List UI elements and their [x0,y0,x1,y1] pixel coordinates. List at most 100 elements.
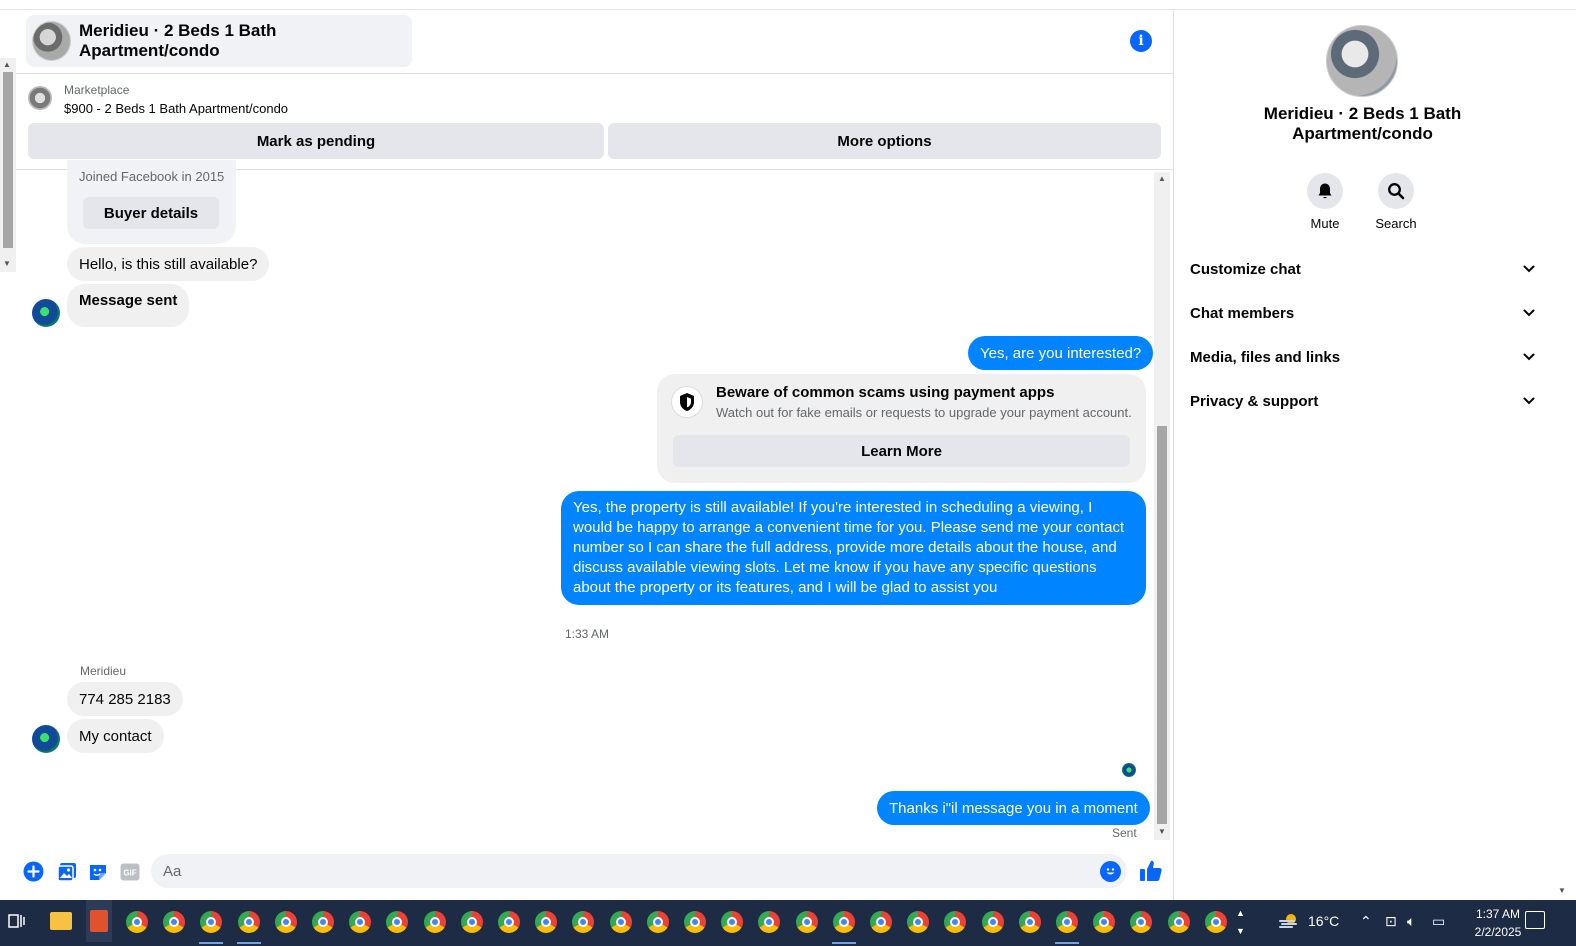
media-files-links-row[interactable]: Media, files and links [1190,345,1536,369]
message-bubble-outgoing[interactable]: Thanks i"il message you in a moment [877,791,1150,825]
chrome-icon[interactable] [944,911,966,933]
message-bubble-incoming[interactable]: 774 285 2183 [67,682,183,716]
notification-icon[interactable] [1525,911,1545,929]
buyer-avatar[interactable] [32,725,60,753]
chevron-up-icon[interactable]: ⌃ [1360,913,1372,930]
task-view-icon[interactable] [8,912,26,930]
page-scrollbar[interactable]: ▼ [1554,10,1570,900]
listing-avatar [32,21,71,61]
search-action[interactable]: Search [1366,173,1426,231]
system-clock[interactable]: 1:37 AM 2/2/2025 [1462,905,1534,941]
listing-title[interactable]: $900 - 2 Beds 1 Bath Apartment/condo [64,101,288,116]
chrome-icon[interactable] [461,911,483,933]
sticker-icon[interactable] [87,861,108,882]
chrome-icon[interactable] [647,911,669,933]
mute-action[interactable]: Mute [1295,173,1355,231]
read-receipt-avatar [1122,763,1136,777]
message-input[interactable] [151,854,1127,888]
right-panel-divider [1173,10,1174,900]
chrome-icon[interactable] [163,911,185,933]
more-options-button[interactable]: More options [608,123,1161,159]
active-app-indicator [832,942,856,944]
scroll-up-arrow[interactable]: ▲ [3,60,11,69]
app-icon[interactable] [86,900,112,942]
message-sent-bubble[interactable]: Message sent [67,284,190,327]
folder-icon[interactable] [50,912,72,930]
listing-avatar-large[interactable] [1326,25,1398,97]
chrome-icon[interactable] [386,911,408,933]
chat-scrollbar[interactable]: ▲ ▼ [1154,172,1170,840]
chrome-icon[interactable] [833,911,855,933]
browser-top-strip [0,0,1576,10]
chat-title-button[interactable]: Meridieu · 2 Beds 1 Bath Apartment/condo [26,15,412,67]
taskbar-scroll-arrows[interactable]: ▲ ▼ [1236,904,1245,940]
chrome-icon[interactable] [1168,911,1190,933]
shield-icon [671,386,703,418]
message-bubble-outgoing[interactable]: Yes, are you interested? [968,336,1154,370]
privacy-support-row[interactable]: Privacy & support [1190,389,1536,413]
listing-thumbnail[interactable] [28,86,52,110]
chevron-down-icon [1523,309,1535,317]
chrome-icon[interactable] [870,911,892,933]
right-panel-title: Meridieu · 2 Beds 1 Bath Apartment/condo [1263,104,1462,143]
active-app-indicator [1055,942,1079,944]
scroll-thumb[interactable] [1157,426,1167,824]
scam-warning-title: Beware of common scams using payment app… [716,384,1055,401]
chrome-icon[interactable] [275,911,297,933]
mark-as-pending-button[interactable]: Mark as pending [28,123,604,159]
outer-scrollbar[interactable]: ▲ ▼ [0,58,16,272]
chrome-icon[interactable] [126,911,148,933]
gif-icon[interactable]: GIF [119,861,140,882]
learn-more-button[interactable]: Learn More [673,435,1130,467]
header-divider [16,73,1173,74]
chrome-icon[interactable] [758,911,780,933]
buyer-avatar[interactable] [32,299,60,327]
chrome-icon[interactable] [796,911,818,933]
message-bubble-outgoing-long[interactable]: Yes, the property is still available! If… [561,491,1146,605]
scroll-down-arrow[interactable]: ▼ [3,259,11,268]
sender-name: Meridieu [80,664,127,678]
network-icon[interactable]: ▭ [1432,913,1445,930]
chrome-icon[interactable] [1019,911,1041,933]
buyer-details-button[interactable]: Buyer details [83,197,219,229]
chrome-icon[interactable] [1093,911,1115,933]
temperature[interactable]: 16°C [1308,913,1339,929]
chrome-icon[interactable] [610,911,632,933]
chrome-icon[interactable] [1056,911,1078,933]
chrome-icon[interactable] [572,911,594,933]
like-icon[interactable] [1138,858,1164,884]
chrome-icon[interactable] [721,911,743,933]
chrome-icon[interactable] [349,911,371,933]
meet-now-icon[interactable]: ⊡ [1385,913,1397,930]
chrome-icon[interactable] [424,911,446,933]
marketplace-label: Marketplace [64,83,130,97]
scam-warning-card: Beware of common scams using payment app… [657,374,1146,483]
message-bubble-incoming[interactable]: My contact [67,719,164,753]
chrome-icon[interactable] [684,911,706,933]
chrome-icon[interactable] [498,911,520,933]
volume-icon[interactable]: 🔈︎ [1407,913,1415,930]
info-icon[interactable]: i [1130,30,1152,52]
customize-chat-row[interactable]: Customize chat [1190,257,1536,281]
scroll-thumb[interactable] [3,72,13,248]
chat-members-row[interactable]: Chat members [1190,301,1536,325]
chrome-icon[interactable] [200,911,222,933]
bell-icon[interactable] [1307,173,1343,209]
scroll-down-arrow[interactable]: ▼ [1558,886,1566,895]
plus-icon[interactable] [23,861,44,882]
chrome-icon[interactable] [238,911,260,933]
menu-label: Privacy & support [1190,392,1319,410]
search-icon[interactable] [1378,173,1414,209]
chrome-icon[interactable] [312,911,334,933]
emoji-icon[interactable] [1100,861,1121,882]
chrome-icon[interactable] [535,911,557,933]
chrome-icon[interactable] [1205,911,1227,933]
message-bubble-incoming[interactable]: Hello, is this still available? [67,247,270,281]
chrome-icon[interactable] [1130,911,1152,933]
image-icon[interactable] [56,861,77,882]
chrome-icon[interactable] [907,911,929,933]
chrome-icon[interactable] [982,911,1004,933]
scroll-up-arrow[interactable]: ▲ [1158,174,1166,183]
chevron-down-icon [1523,353,1535,361]
scroll-down-arrow[interactable]: ▼ [1158,827,1166,836]
